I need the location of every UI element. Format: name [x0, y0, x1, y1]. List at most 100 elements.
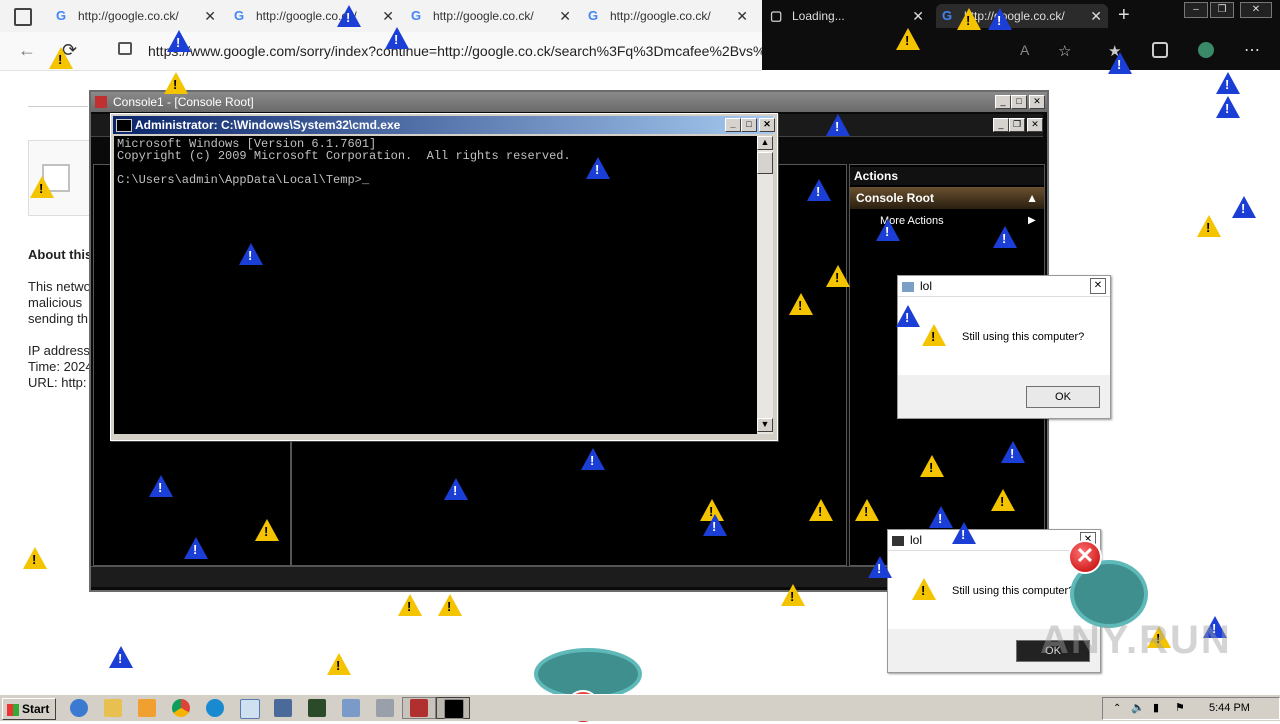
profile-icon[interactable]: [1198, 42, 1214, 58]
dialog-message: Still using this computer?: [962, 331, 1085, 343]
cmd-scrollbar[interactable]: ▲ ▼: [757, 136, 773, 434]
browser-tab-3[interactable]: G http://google.co.ck/ ✕: [405, 4, 577, 28]
close-window-icon[interactable]: ✕: [1240, 2, 1272, 18]
info-warning-icon: [1216, 96, 1240, 118]
explorer-folder-icon[interactable]: [104, 699, 122, 717]
maximize-icon[interactable]: □: [1011, 95, 1027, 109]
info-warning-icon: [807, 179, 831, 201]
clipboard-icon[interactable]: [342, 699, 360, 717]
edge-icon[interactable]: [206, 699, 224, 717]
page-favicon-icon: ▢: [770, 8, 783, 23]
add-favorite-icon[interactable]: ☆: [1058, 42, 1071, 60]
sorry-url: URL: http:: [28, 375, 87, 390]
minimize-window-icon[interactable]: –: [1184, 2, 1208, 18]
taskbar-cmd-button[interactable]: [436, 697, 470, 719]
warning-icon: [922, 324, 946, 346]
browser-tab-2[interactable]: G http://google.co.ck/ ✕: [228, 4, 400, 28]
browser-tab-4[interactable]: G http://google.co.ck/ ✕: [582, 4, 754, 28]
mmc-app-icon: [95, 96, 107, 108]
google-favicon-icon: G: [56, 8, 67, 23]
close-tab-icon[interactable]: ✕: [1090, 8, 1102, 25]
taskbar-mmc-button[interactable]: [402, 697, 436, 719]
info-warning-icon: [149, 475, 173, 497]
taskbar: Start ⌃ 🔈 ▮ ⚑ 5:44 PM: [0, 694, 1280, 721]
read-aloud-icon[interactable]: A: [1020, 42, 1029, 58]
actions-console-root[interactable]: Console Root ▲: [850, 187, 1044, 209]
warning-icon: [398, 594, 422, 616]
url-field[interactable]: https://www.google.com/sorry/index?conti…: [148, 38, 762, 64]
ie-icon[interactable]: [70, 699, 88, 717]
cmd-icon: [444, 699, 464, 719]
close-tab-icon[interactable]: ✕: [559, 8, 571, 25]
speaker-icon[interactable]: 🔈: [1131, 698, 1145, 719]
google-favicon-icon: G: [234, 8, 245, 23]
settings-more-icon[interactable]: ⋯: [1244, 40, 1260, 60]
warning-icon: [809, 499, 833, 521]
task-manager-icon[interactable]: [308, 699, 326, 717]
remote-desktop-icon[interactable]: [274, 699, 292, 717]
scroll-down-icon[interactable]: ▼: [757, 418, 773, 432]
scroll-up-icon[interactable]: ▲: [757, 136, 773, 150]
media-player-icon[interactable]: [138, 699, 156, 717]
warning-icon: [991, 489, 1015, 511]
dialog-app-icon: [892, 535, 904, 546]
restore-window-icon[interactable]: ❐: [1210, 2, 1234, 18]
info-warning-icon: [826, 114, 850, 136]
cmd-console[interactable]: Microsoft Windows [Version 6.1.7601] Copy…: [114, 136, 757, 434]
info-warning-icon: [876, 219, 900, 241]
browser-tab-5[interactable]: ▢ Loading... ✕: [764, 4, 930, 28]
close-tab-icon[interactable]: ✕: [736, 8, 748, 25]
system-tray: ⌃ 🔈 ▮ ⚑ 5:44 PM: [1102, 697, 1280, 720]
scroll-thumb[interactable]: [757, 152, 773, 174]
dialog-titlebar: lol ✕: [898, 276, 1110, 297]
start-button[interactable]: Start: [2, 698, 56, 720]
close-tab-icon[interactable]: ✕: [912, 8, 924, 25]
collections-icon[interactable]: [1152, 42, 1168, 58]
actions-header: Actions: [850, 167, 1044, 185]
info-warning-icon: [896, 305, 920, 327]
collapse-icon[interactable]: ▲: [1026, 187, 1038, 209]
inner-minimize-icon[interactable]: _: [993, 118, 1009, 132]
inner-restore-icon[interactable]: ❐: [1009, 118, 1025, 132]
google-favicon-icon: G: [411, 8, 422, 23]
tab-actions-icon[interactable]: [14, 8, 32, 26]
inner-close-icon[interactable]: ✕: [1027, 118, 1043, 132]
info-warning-icon: [239, 243, 263, 265]
tray-up-icon[interactable]: ⌃: [1113, 698, 1121, 719]
info-warning-icon: [586, 157, 610, 179]
google-favicon-icon: G: [588, 8, 599, 23]
close-tab-icon[interactable]: ✕: [382, 8, 394, 25]
info-warning-icon: [929, 506, 953, 528]
back-icon[interactable]: ←: [18, 40, 36, 61]
dialog-close-icon[interactable]: ✕: [1090, 278, 1106, 294]
minimize-icon[interactable]: _: [995, 95, 1011, 109]
ok-button[interactable]: OK: [1026, 386, 1100, 408]
error-icon: ✕: [1068, 540, 1102, 574]
warning-icon: [855, 499, 879, 521]
browser-tab-1[interactable]: G http://google.co.ck/ ✕: [50, 4, 222, 28]
cmd-window: Administrator: C:\Windows\System32\cmd.e…: [110, 113, 778, 441]
sorry-text-line2: malicious: [28, 295, 83, 310]
mmc-icon: [410, 699, 428, 717]
warning-icon: [912, 578, 936, 600]
warning-icon: [920, 455, 944, 477]
close-icon[interactable]: ✕: [1029, 95, 1045, 109]
cmd-minimize-icon[interactable]: _: [725, 118, 741, 132]
chrome-icon[interactable]: [172, 699, 190, 717]
cmd-close-icon[interactable]: ✕: [759, 118, 775, 132]
windows-logo-icon: [7, 703, 19, 716]
calculator-icon[interactable]: [376, 699, 394, 717]
cmd-maximize-icon[interactable]: □: [741, 118, 757, 132]
new-tab-icon[interactable]: +: [1118, 4, 1130, 27]
close-tab-icon[interactable]: ✕: [204, 8, 216, 25]
clock[interactable]: 5:44 PM: [1209, 698, 1250, 719]
network-icon[interactable]: ▮: [1153, 698, 1159, 719]
info-warning-icon: [703, 514, 727, 536]
info-warning-icon: [109, 646, 133, 668]
flag-icon[interactable]: ⚑: [1175, 698, 1185, 719]
dialog-app-icon: [902, 281, 914, 292]
info-warning-icon: [167, 30, 191, 52]
mmc-title: Console1 - [Console Root]: [113, 95, 254, 109]
warning-icon: [30, 176, 54, 198]
notepad-icon[interactable]: [240, 699, 260, 719]
